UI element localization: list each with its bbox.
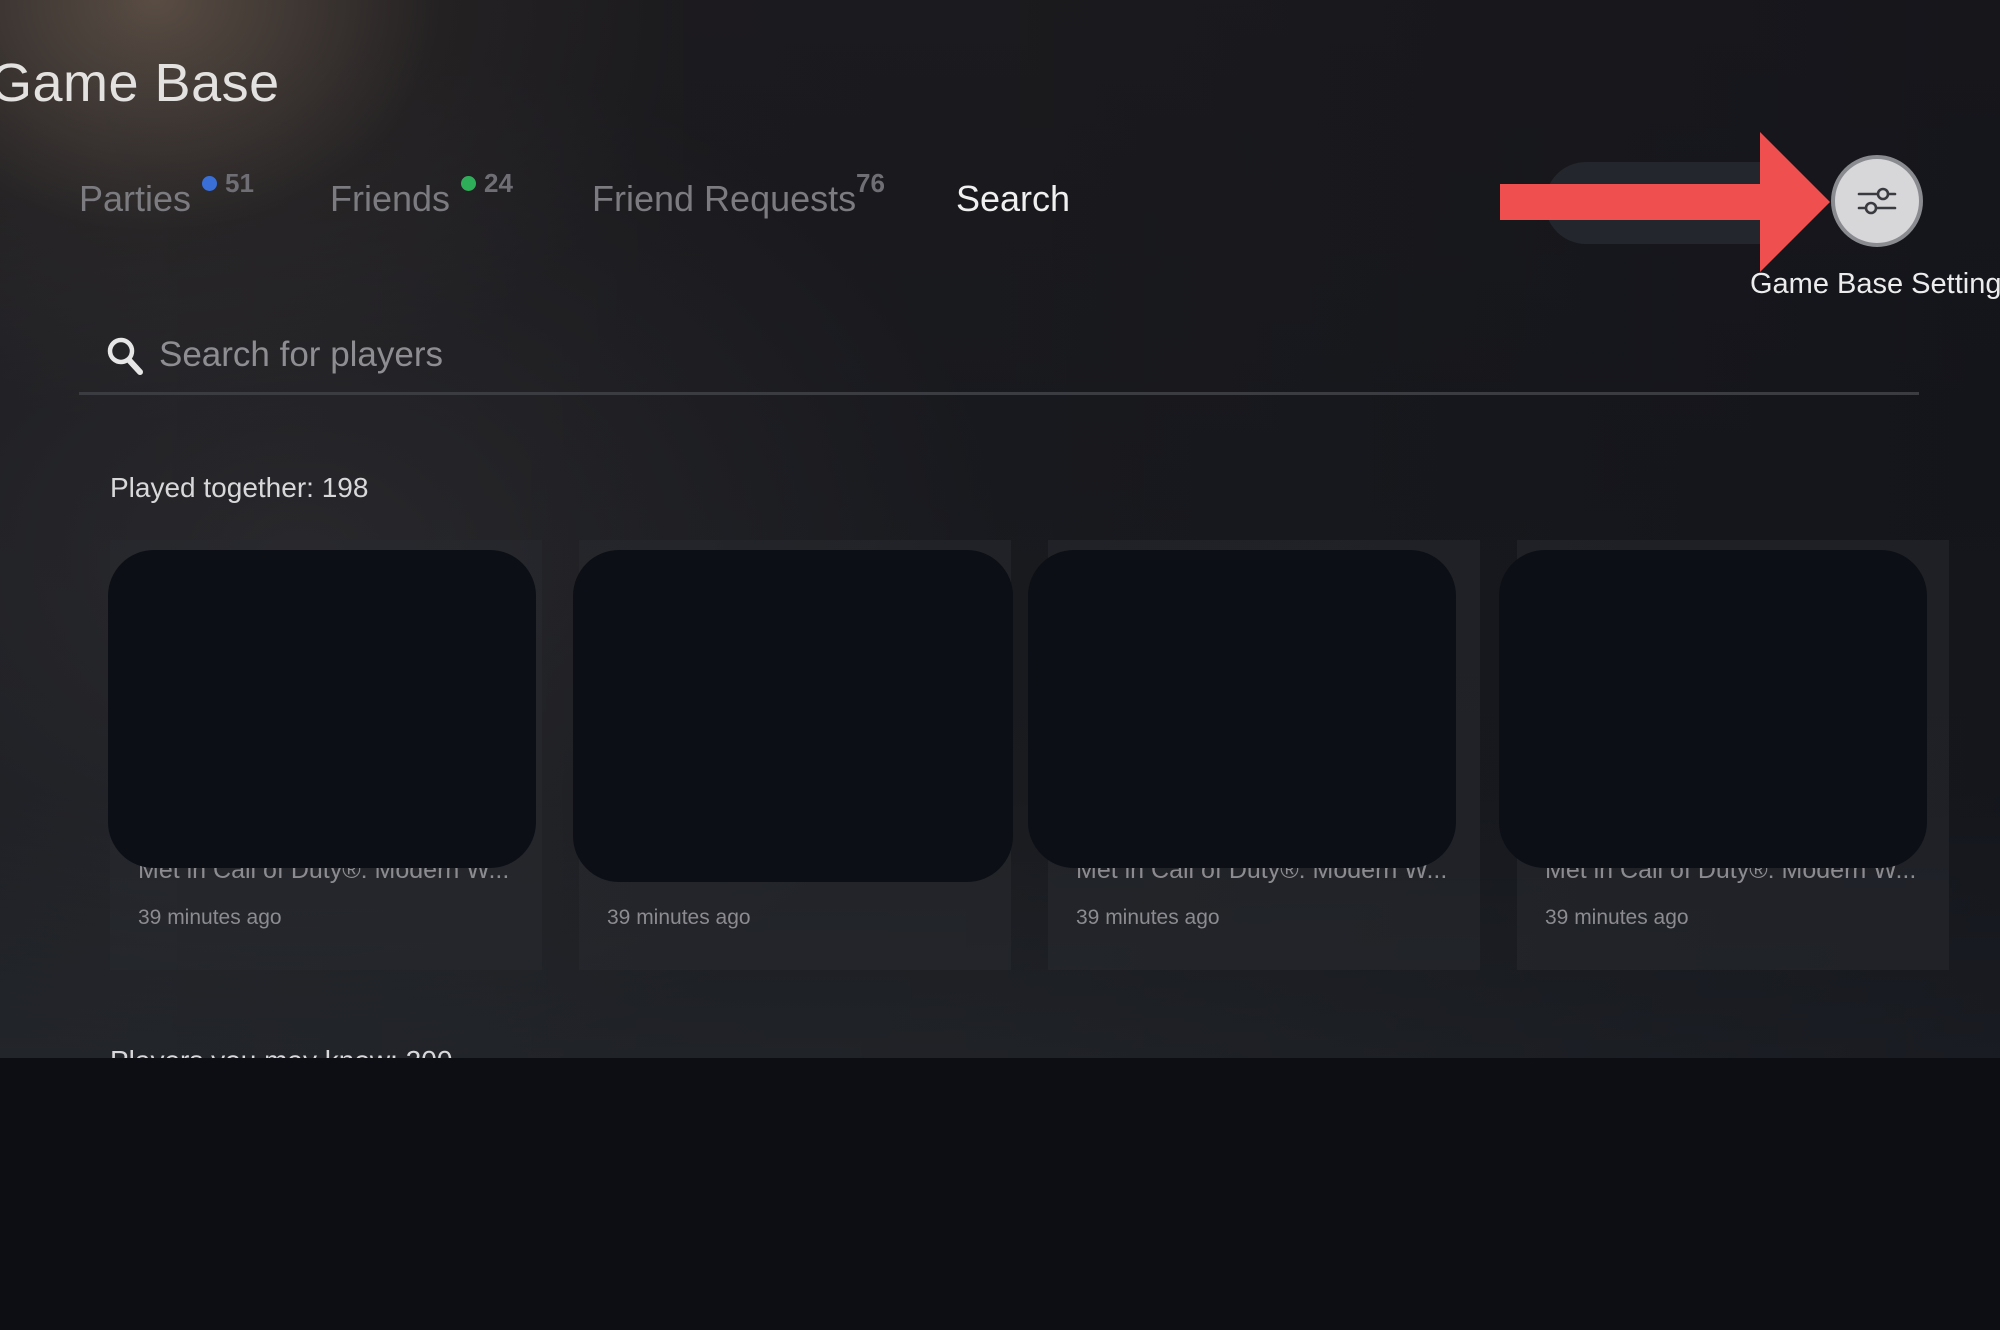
played-together-heading: Played together: 198 [110,472,369,503]
game-base-settings-button[interactable] [1831,155,1923,247]
tab-friend-requests[interactable]: Friend Requests [592,178,856,220]
sliders-icon [1857,187,1897,215]
search-input[interactable] [159,330,1759,380]
players-you-may-know-heading: Players you may know: 200 [110,1045,452,1058]
last-played-time: 39 minutes ago [607,906,751,929]
avatar [108,550,536,868]
avatar [573,550,1013,882]
friend-requests-count-value: 76 [856,168,885,198]
parties-count-badge: 51 [202,168,254,199]
friends-count-badge: 24 [461,168,513,199]
friend-requests-count: 76 [856,168,885,199]
parties-count: 51 [225,168,254,198]
letterbox-bar [0,1058,2000,1330]
last-played-time: 39 minutes ago [138,906,282,929]
search-icon [107,337,143,375]
search-bar[interactable] [79,330,1919,394]
game-base-screen: Game Base Parties 51 Friends 24 Friend R… [0,0,2000,1058]
red-arrow-annotation-icon [1500,132,1830,272]
online-dot-icon [461,176,476,191]
last-played-time: 39 minutes ago [1545,906,1689,929]
tab-parties[interactable]: Parties [79,178,191,220]
tab-search[interactable]: Search [956,178,1070,220]
avatar [1028,550,1456,868]
search-underline [79,392,1919,395]
game-base-settings-label: Game Base Settings [1750,268,2000,300]
player-card[interactable]: Met in Call of Duty®: Modern W... 39 min… [1028,540,1480,970]
online-dot-icon [202,176,217,191]
player-card[interactable]: 39 minutes ago [573,540,1013,970]
avatar [1499,550,1927,868]
last-played-time: 39 minutes ago [1076,906,1220,929]
page-title: Game Base [0,53,280,113]
player-card[interactable]: Met in Call of Duty®: Modern W... 39 min… [1499,540,1949,970]
friends-count: 24 [484,168,513,198]
tab-friends[interactable]: Friends [330,178,450,220]
player-card[interactable]: Met in Call of Duty®: Modern W... 39 min… [108,540,542,970]
